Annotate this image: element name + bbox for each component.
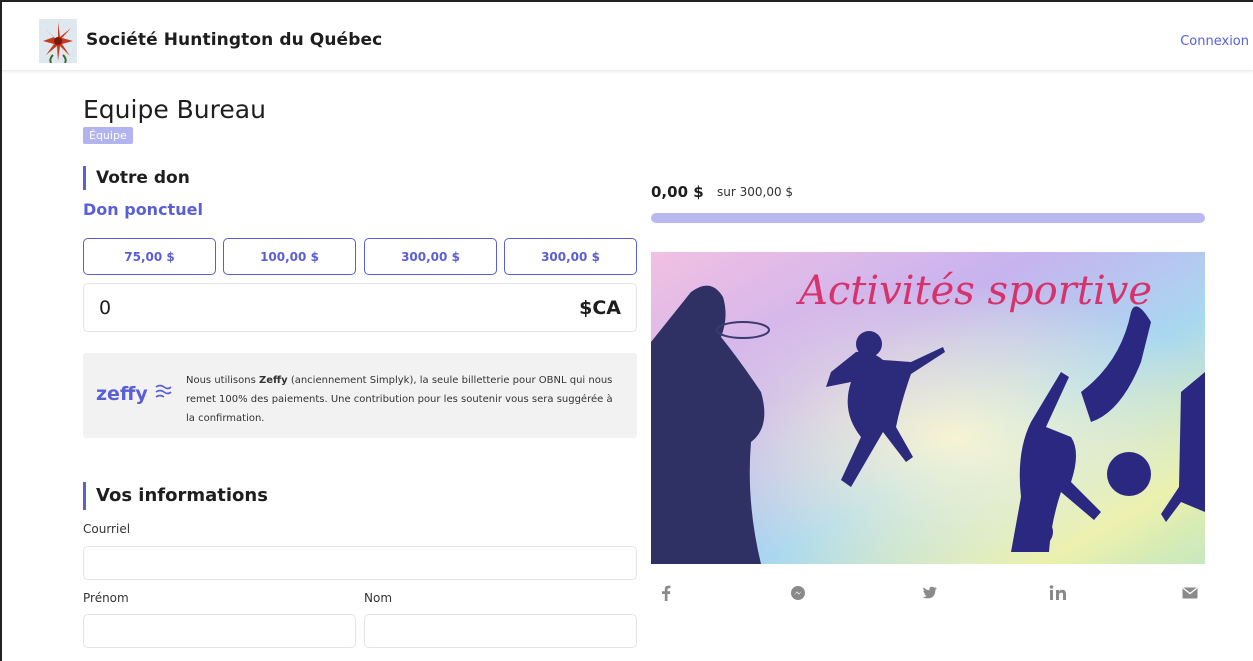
donation-section-title: Votre don <box>83 166 190 190</box>
page-title: Equipe Bureau <box>83 95 266 124</box>
goal-text: sur 300,00 $ <box>717 185 794 199</box>
email-label: Courriel <box>83 522 131 536</box>
last-name-field[interactable] <box>364 614 637 648</box>
amount-option-button[interactable]: 100,00 $ <box>223 238 356 275</box>
zeffy-description: Nous utilisons Zeffy (anciennement Simpl… <box>186 375 613 424</box>
currency-label: $CA <box>579 297 621 319</box>
amount-option-button[interactable]: 300,00 $ <box>504 238 637 275</box>
info-section-title: Vos informations <box>83 482 268 510</box>
zeffy-notice: zeffy Nous utilisons Zeffy (anciennement… <box>83 353 637 438</box>
flower-logo-icon[interactable] <box>39 19 77 63</box>
progress-bar <box>651 213 1205 223</box>
amount-option-button[interactable]: 300,00 $ <box>364 238 497 275</box>
top-navbar: Société Huntington du Québec Connexion <box>2 2 1253 70</box>
donation-type-label: Don ponctuel <box>83 200 203 219</box>
zeffy-logo: zeffy <box>96 383 148 405</box>
wave-icon <box>155 384 172 398</box>
twitter-icon[interactable] <box>918 581 942 605</box>
zeffy-bold: Zeffy <box>258 375 288 386</box>
organization-name[interactable]: Société Huntington du Québec <box>86 30 382 50</box>
sports-banner-image: Activités sportive <box>651 252 1205 564</box>
first-name-field[interactable] <box>83 614 356 648</box>
amount-option-button[interactable]: 75,00 $ <box>83 238 216 275</box>
banner-text: Activités sportive <box>795 268 1152 314</box>
amount-value: 0 <box>99 297 112 319</box>
mail-icon[interactable] <box>1178 581 1202 605</box>
facebook-icon[interactable] <box>654 581 678 605</box>
login-link[interactable]: Connexion <box>1180 34 1249 49</box>
first-name-label: Prénom <box>83 591 129 605</box>
amount-raised: 0,00 $ <box>651 183 704 201</box>
team-badge: Équipe <box>83 127 133 144</box>
custom-amount-input[interactable]: 0 $CA <box>83 283 637 332</box>
last-name-label: Nom <box>364 591 393 605</box>
messenger-icon[interactable] <box>786 581 810 605</box>
email-field[interactable] <box>83 546 637 580</box>
linkedin-icon[interactable] <box>1046 581 1070 605</box>
